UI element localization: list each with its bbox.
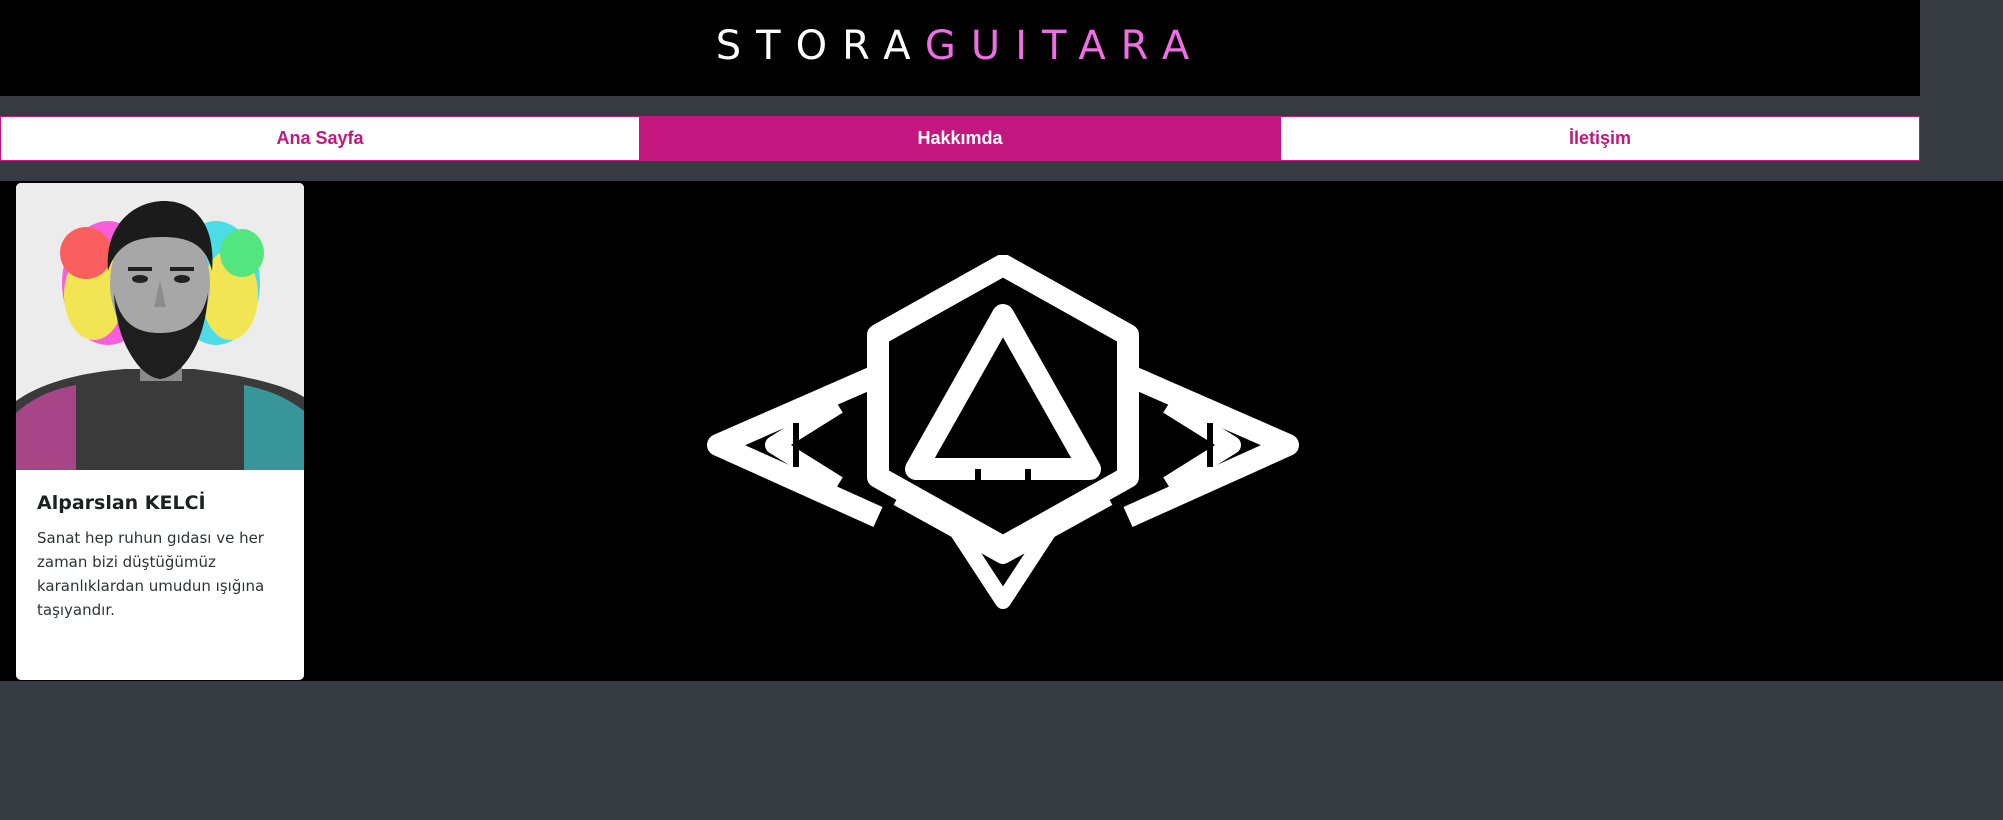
brand-part-stora: STORA [715,23,925,69]
brand-logo-text[interactable]: STORAGUITARA [716,26,1204,66]
profile-bio: Sanat hep ruhun gıdası ve her zaman bizi… [37,529,265,619]
site-header: STORAGUITARA [0,0,1920,96]
nav-item-label: Ana Sayfa [276,128,364,148]
nav-item-label: Hakkımda [917,128,1003,148]
main-nav: Ana Sayfa Hakkımda İletişim [0,116,1920,161]
brand-part-guitara: GUITARA [924,23,1205,69]
nav-item-label: İletişim [1568,128,1632,148]
nav-item-about[interactable]: Hakkımda [640,116,1280,161]
geometric-diamond-logo-icon [678,254,1328,613]
portrait-photo [16,183,304,470]
profile-card: Alparslan KELCİ Sanat hep ruhun gıdası v… [16,183,304,680]
nav-item-contact[interactable]: İletişim [1280,116,1920,161]
profile-name: Alparslan KELCİ [37,492,206,514]
profile-card-body: Alparslan KELCİ Sanat hep ruhun gıdası v… [16,470,304,642]
nav-item-home[interactable]: Ana Sayfa [0,116,640,161]
